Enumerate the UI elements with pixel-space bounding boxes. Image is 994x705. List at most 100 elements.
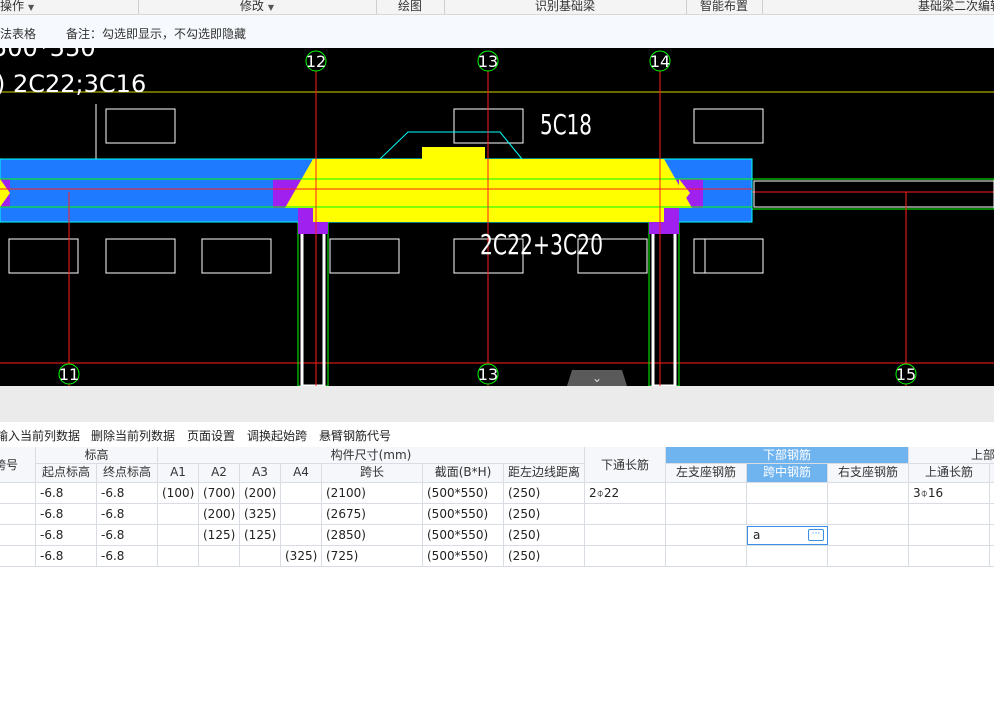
end-elev-cell[interactable]: -6.8 (97, 483, 158, 504)
end-elev-cell[interactable]: -6.8 (97, 546, 158, 567)
a4-cell[interactable] (281, 504, 322, 525)
delete-column-data-button[interactable]: 删除当前列数据 (91, 427, 175, 444)
cad-viewport[interactable]: 12 13 14 11 13 15 500*550 ) 2C22;3C16 5C… (0, 34, 994, 388)
mid-span-cell[interactable] (747, 546, 828, 567)
header-span-no: 跨号 (0, 447, 36, 483)
top-through-cell[interactable] (909, 546, 990, 567)
left-offset-cell[interactable]: (250) (504, 504, 585, 525)
header-start-elev: 起点标高 (36, 464, 97, 483)
right-support-cell[interactable] (828, 546, 909, 567)
filler-cell[interactable] (990, 483, 994, 504)
right-support-cell[interactable] (828, 483, 909, 504)
more-options-icon[interactable]: ··· (808, 529, 824, 541)
ribbon-group-secondary-edit[interactable]: 基础梁二次编辑 (762, 0, 994, 14)
ribbon-group-label: 绘图 (397, 0, 422, 13)
left-support-cell[interactable] (666, 546, 747, 567)
a3-cell[interactable]: (200) (240, 483, 281, 504)
section-cell[interactable]: (500*550) (423, 546, 504, 567)
header-span-len: 跨长 (322, 464, 423, 483)
start-elev-cell[interactable]: -6.8 (36, 546, 97, 567)
bottom-through-cell[interactable] (585, 546, 666, 567)
left-support-cell[interactable] (666, 504, 747, 525)
start-elev-cell[interactable]: -6.8 (36, 525, 97, 546)
span-length-cell[interactable]: (2850) (322, 525, 423, 546)
a4-cell[interactable] (281, 483, 322, 504)
span-no-cell[interactable] (0, 483, 36, 504)
right-support-cell[interactable] (828, 504, 909, 525)
swap-start-span-button[interactable]: 调换起始跨 (247, 427, 307, 444)
cantilever-rebar-code-button[interactable]: 悬臂钢筋代号 (319, 427, 391, 444)
left-support-cell[interactable] (666, 525, 747, 546)
mid-span-cell[interactable] (747, 504, 828, 525)
span-length-cell[interactable]: (2675) (322, 504, 423, 525)
pit-outline (329, 238, 400, 274)
span-length-cell[interactable]: (725) (322, 546, 423, 567)
a2-cell[interactable]: (700) (199, 483, 240, 504)
span-no-cell[interactable] (0, 546, 36, 567)
a3-cell[interactable]: (325) (240, 504, 281, 525)
a1-cell[interactable]: (100) (158, 483, 199, 504)
section-cell[interactable]: (500*550) (423, 504, 504, 525)
a2-cell[interactable]: (200) (199, 504, 240, 525)
start-elev-cell[interactable]: -6.8 (36, 504, 97, 525)
left-support-cell[interactable] (666, 483, 747, 504)
insert-column-data-button[interactable]: 输入当前列数据 (0, 427, 80, 444)
axis-label: 11 (59, 365, 79, 384)
axis-label: 15 (896, 365, 916, 384)
start-elev-cell[interactable]: -6.8 (36, 483, 97, 504)
a3-cell[interactable] (240, 546, 281, 567)
axis-label: 12 (306, 52, 326, 71)
top-through-cell[interactable]: 3⌽16 (909, 483, 990, 504)
left-offset-cell[interactable]: (250) (504, 525, 585, 546)
ribbon-group-smart-layout[interactable]: 智能布置 (686, 0, 763, 14)
header-left-offset: 距左边线距离 (504, 464, 585, 483)
mid-span-editor-input[interactable]: a ··· (747, 526, 828, 545)
ribbon-group-identify-beam[interactable]: 识别基础梁 (444, 0, 687, 14)
ribbon-bar: 操作 ▼ 修改 ▼ 绘图 识别基础梁 智能布置 基础梁二次编辑 (0, 0, 994, 15)
a1-cell[interactable] (158, 525, 199, 546)
header-dims: 构件尺寸(mm) (158, 447, 585, 464)
method-table-label[interactable]: 法表格 (0, 25, 36, 42)
axis-label: 13 (478, 365, 498, 384)
a4-cell[interactable]: (325) (281, 546, 322, 567)
end-elev-cell[interactable]: -6.8 (97, 504, 158, 525)
span-no-cell[interactable] (0, 504, 36, 525)
ribbon-group-operate[interactable]: 操作 ▼ (0, 0, 139, 14)
top-through-cell[interactable] (909, 504, 990, 525)
right-support-cell[interactable] (828, 525, 909, 546)
section-cell[interactable]: (500*550) (423, 525, 504, 546)
cad-text-section: 500*550 (0, 48, 96, 62)
pit-outline (8, 238, 79, 274)
header-right-support: 右支座钢筋 (828, 464, 909, 483)
a1-cell[interactable] (158, 504, 199, 525)
header-lower-rebar: 下部钢筋 (666, 447, 909, 464)
mid-span-cell[interactable] (747, 483, 828, 504)
a4-cell[interactable] (281, 525, 322, 546)
left-offset-cell[interactable]: (250) (504, 483, 585, 504)
bottom-through-cell[interactable]: 2⌽22 (585, 483, 666, 504)
ribbon-group-draw[interactable]: 绘图 (376, 0, 445, 14)
page-setup-button[interactable]: 页面设置 (187, 427, 235, 444)
ribbon-group-label: 修改 (239, 0, 264, 13)
axis-label: 13 (478, 52, 498, 71)
filler-cell[interactable] (990, 504, 994, 525)
top-through-cell[interactable] (909, 525, 990, 546)
ribbon-group-modify[interactable]: 修改 ▼ (138, 0, 377, 14)
filler-cell[interactable] (990, 525, 994, 546)
section-cell[interactable]: (500*550) (423, 483, 504, 504)
left-offset-cell[interactable]: (250) (504, 546, 585, 567)
bottom-through-cell[interactable] (585, 504, 666, 525)
span-no-cell[interactable] (0, 525, 36, 546)
end-elev-cell[interactable]: -6.8 (97, 525, 158, 546)
a2-cell[interactable] (199, 546, 240, 567)
a2-cell[interactable]: (125) (199, 525, 240, 546)
header-filler (990, 464, 994, 483)
span-length-cell[interactable]: (2100) (322, 483, 423, 504)
editor-value: a (753, 528, 761, 542)
panel-splitter[interactable] (0, 386, 994, 422)
filler-cell[interactable] (990, 546, 994, 567)
a1-cell[interactable] (158, 546, 199, 567)
bottom-through-cell[interactable] (585, 525, 666, 546)
a3-cell[interactable]: (125) (240, 525, 281, 546)
ribbon-group-label: 基础梁二次编辑 (917, 0, 994, 13)
